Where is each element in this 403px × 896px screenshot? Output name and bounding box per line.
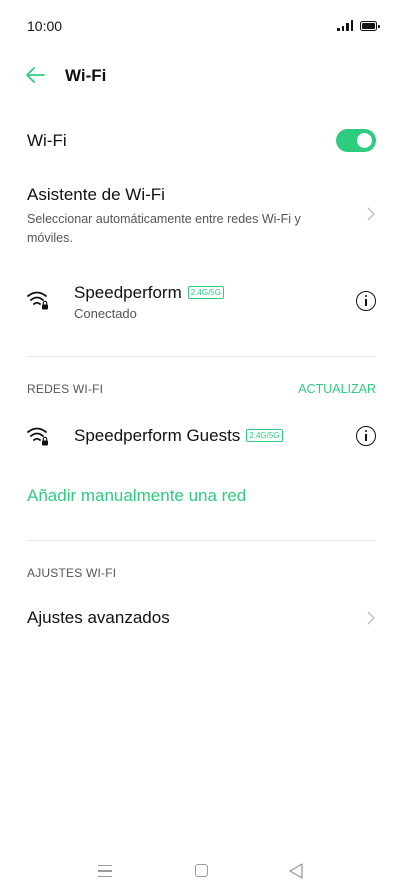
divider xyxy=(27,356,376,357)
wifi-lock-icon xyxy=(27,427,48,446)
wifi-assistant-description: Seleccionar automáticamente entre redes … xyxy=(27,212,301,245)
chevron-right-icon xyxy=(367,207,375,221)
status-time: 10:00 xyxy=(27,18,63,34)
divider xyxy=(27,540,376,541)
status-icons xyxy=(337,20,380,31)
navigation-bar xyxy=(0,850,403,896)
wifi-lock-icon xyxy=(27,291,48,310)
back-icon[interactable] xyxy=(289,863,303,879)
info-icon[interactable] xyxy=(356,426,376,446)
info-icon[interactable] xyxy=(356,291,376,311)
toggle-knob xyxy=(357,133,372,148)
band-badge: 2.4G/5G xyxy=(246,429,283,442)
app-header: Wi-Fi xyxy=(0,58,403,94)
home-icon[interactable] xyxy=(195,864,208,877)
advanced-settings-row[interactable]: Ajustes avanzados xyxy=(0,598,403,638)
wifi-toggle-row[interactable]: Wi-Fi xyxy=(0,122,403,160)
network-name-text: Speedperform Guests xyxy=(74,426,241,445)
signal-icon xyxy=(337,20,353,31)
band-badge: 2.4G/5G xyxy=(187,286,224,299)
advanced-settings-label: Ajustes avanzados xyxy=(27,608,170,627)
chevron-right-icon xyxy=(367,611,375,625)
connection-status: Conectado xyxy=(74,306,137,321)
add-network-manually-button[interactable]: Añadir manualmente una red xyxy=(27,486,246,506)
page-title: Wi-Fi xyxy=(65,66,107,85)
battery-icon xyxy=(360,21,380,31)
wifi-assistant-title: Asistente de Wi-Fi xyxy=(27,185,165,204)
network-name-text: Speedperform xyxy=(74,283,182,302)
wifi-toggle-switch[interactable] xyxy=(336,129,376,152)
status-bar: 10:00 xyxy=(0,0,403,52)
connected-network-name: Speedperform 2.4G/5G xyxy=(74,283,224,303)
network-list-item[interactable]: Speedperform Guests 2.4G/5G xyxy=(0,420,403,454)
network-name: Speedperform Guests 2.4G/5G xyxy=(74,426,283,446)
wifi-toggle-label: Wi-Fi xyxy=(27,131,67,150)
refresh-button[interactable]: ACTUALIZAR xyxy=(298,382,376,396)
section-header-networks: REDES WI-FI xyxy=(27,382,104,396)
section-header-settings: AJUSTES WI-FI xyxy=(27,566,117,580)
wifi-assistant-row[interactable]: Asistente de Wi-Fi Seleccionar automátic… xyxy=(0,178,403,254)
menu-icon[interactable] xyxy=(98,865,112,877)
back-arrow-icon[interactable] xyxy=(24,64,46,86)
connected-network-row[interactable]: Speedperform 2.4G/5G Conectado xyxy=(0,278,403,328)
